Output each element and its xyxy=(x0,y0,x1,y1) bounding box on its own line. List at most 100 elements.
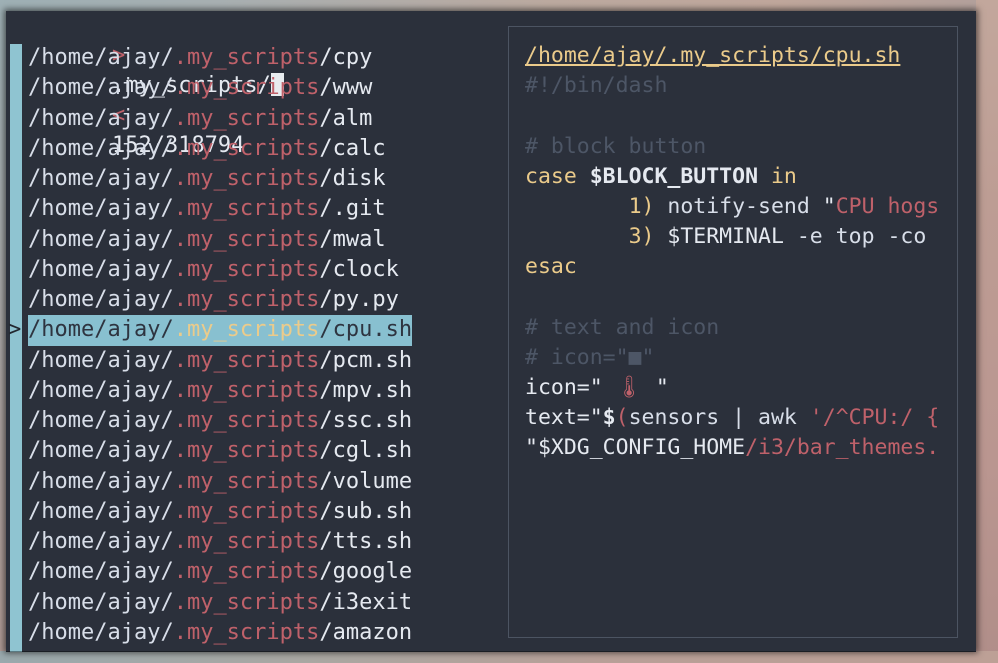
code-token-white: text=" xyxy=(525,405,603,431)
code-token-plain: notify-send xyxy=(654,193,823,219)
path-suffix: /cgl.sh xyxy=(319,438,413,464)
fzf-list-pane[interactable]: > .my_scripts/ < 152/318794 /home/ajay/.… xyxy=(6,11,506,652)
code-token-punct: ' xyxy=(809,405,823,431)
path-suffix: /i3exit xyxy=(319,589,413,615)
list-item[interactable]: >/home/ajay/.my_scripts/cpu.sh xyxy=(6,315,506,346)
preview-code-body: /home/ajay/.my_scripts/cpu.sh #!/bin/dash… xyxy=(525,41,957,464)
terminal-window[interactable]: > .my_scripts/ < 152/318794 /home/ajay/.… xyxy=(6,11,976,652)
path-match-highlight: .my_scripts xyxy=(173,166,320,191)
list-item[interactable]: /home/ajay/.my_scripts/cgl.sh xyxy=(6,436,506,466)
path-suffix: /sub.sh xyxy=(319,498,413,524)
path-match-highlight: .my_scripts xyxy=(173,135,320,161)
list-item-path: /home/ajay/.my_scripts/mwal xyxy=(28,225,386,255)
code-line: icon=" 🌡 " xyxy=(525,373,957,403)
list-item[interactable]: /home/ajay/.my_scripts/calc xyxy=(6,134,506,164)
code-line: 1) notify-send "CPU hogs xyxy=(525,192,957,222)
path-prefix: /home/ajay/ xyxy=(28,498,174,524)
path-suffix: /volume xyxy=(319,468,413,494)
path-match-highlight: .my_scripts xyxy=(173,408,320,433)
list-item-path: /home/ajay/.my_scripts/cpy xyxy=(28,43,372,73)
list-item-path: /home/ajay/.my_scripts/cpu.sh xyxy=(28,315,413,346)
list-item[interactable]: /home/ajay/.my_scripts/google xyxy=(6,557,506,587)
code-token-comment: # text and icon xyxy=(525,314,720,340)
code-token-comment: # block button xyxy=(525,133,707,159)
list-item-path: /home/ajay/.my_scripts/calc xyxy=(28,134,386,164)
path-match-highlight: .my_scripts xyxy=(173,468,320,494)
code-line: # text and icon xyxy=(525,313,957,343)
list-item[interactable]: /home/ajay/.my_scripts/todo.sh xyxy=(6,648,506,652)
path-prefix: /home/ajay/ xyxy=(28,377,174,403)
path-prefix: /home/ajay/ xyxy=(28,619,174,645)
path-prefix: /home/ajay/ xyxy=(28,347,174,373)
path-prefix: /home/ajay/ xyxy=(28,75,174,101)
code-token-var: $ xyxy=(602,405,616,431)
code-line: 3) $TERMINAL -e top -co xyxy=(525,222,957,252)
path-suffix: /tts.sh xyxy=(319,529,413,554)
path-match-highlight: .my_scripts xyxy=(173,75,320,101)
list-item[interactable]: /home/ajay/.my_scripts/.git xyxy=(6,194,506,224)
list-item[interactable]: /home/ajay/.my_scripts/sub.sh xyxy=(6,497,506,527)
path-match-highlight: .my_scripts xyxy=(173,256,320,282)
list-item[interactable]: /home/ajay/.my_scripts/mpv.sh xyxy=(6,376,506,406)
list-item[interactable]: /home/ajay/.my_scripts/www xyxy=(6,73,506,103)
path-match-highlight: .my_scripts xyxy=(173,619,320,645)
code-token-white: icon=" xyxy=(525,375,616,401)
code-line: /home/ajay/.my_scripts/cpu.sh xyxy=(525,41,957,71)
list-item-path: /home/ajay/.my_scripts/volume xyxy=(28,467,412,497)
path-match-highlight: .my_scripts xyxy=(173,196,320,222)
path-prefix: /home/ajay/ xyxy=(28,45,174,70)
selection-pointer-icon: > xyxy=(8,317,22,343)
path-prefix: /home/ajay/ xyxy=(28,105,174,131)
code-line: esac xyxy=(525,252,957,282)
list-item[interactable]: /home/ajay/.my_scripts/alm xyxy=(6,104,506,134)
window-border-right xyxy=(976,0,998,663)
list-item-path: /home/ajay/.my_scripts/amazon xyxy=(28,618,412,648)
code-token-var: $BLOCK_BUTTON xyxy=(589,163,759,189)
path-prefix: /home/ajay/ xyxy=(28,287,174,312)
path-prefix: /home/ajay/ xyxy=(28,196,174,222)
path-match-highlight: .my_scripts xyxy=(173,226,320,252)
path-match-highlight: .my_scripts xyxy=(173,498,320,524)
path-suffix: /google xyxy=(319,559,413,585)
path-prefix: /home/ajay/ xyxy=(28,559,174,585)
list-item[interactable]: /home/ajay/.my_scripts/cpy xyxy=(6,43,506,73)
path-suffix: /pcm.sh xyxy=(319,347,413,373)
path-suffix: /calc xyxy=(319,135,386,161)
list-item[interactable]: /home/ajay/.my_scripts/volume xyxy=(6,467,506,497)
path-prefix: /home/ajay/ xyxy=(28,317,174,343)
path-suffix: /ssc.sh xyxy=(319,408,413,433)
list-item[interactable]: /home/ajay/.my_scripts/clock xyxy=(6,255,506,285)
code-token-keyword: case xyxy=(525,163,590,189)
list-item-path: /home/ajay/.my_scripts/google xyxy=(28,557,412,587)
list-item-path: /home/ajay/.my_scripts/alm xyxy=(28,104,372,134)
code-token-white: " xyxy=(642,375,669,401)
list-item-path: /home/ajay/.my_scripts/i3exit xyxy=(28,588,412,618)
code-line: "$XDG_CONFIG_HOME/i3/bar_themes. xyxy=(525,433,957,463)
list-item[interactable]: /home/ajay/.my_scripts/tts.sh xyxy=(6,527,506,557)
path-match-highlight: .my_scripts xyxy=(173,347,320,373)
list-item-path: /home/ajay/.my_scripts/ssc.sh xyxy=(28,406,412,436)
path-prefix: /home/ajay/ xyxy=(28,256,174,282)
list-item[interactable]: /home/ajay/.my_scripts/i3exit xyxy=(6,588,506,618)
file-preview-pane[interactable]: /home/ajay/.my_scripts/cpu.sh #!/bin/dash… xyxy=(508,26,958,638)
code-token-keyword: esac xyxy=(525,254,577,280)
list-item-path: /home/ajay/.my_scripts/sub.sh xyxy=(28,497,412,527)
list-item[interactable]: /home/ajay/.my_scripts/ssc.sh xyxy=(6,406,506,436)
code-token-plain: -e top -co xyxy=(783,224,927,250)
list-item[interactable]: /home/ajay/.my_scripts/mwal xyxy=(6,225,506,255)
path-suffix: /clock xyxy=(319,256,399,282)
list-item[interactable]: /home/ajay/.my_scripts/disk xyxy=(6,164,506,194)
path-match-highlight: .my_scripts xyxy=(173,105,320,131)
code-token-plain: sensors | awk xyxy=(628,405,810,431)
list-item[interactable]: /home/ajay/.my_scripts/amazon xyxy=(6,618,506,648)
window-frame: > .my_scripts/ < 152/318794 /home/ajay/.… xyxy=(0,0,998,663)
code-token-number: 1) xyxy=(628,193,655,219)
fzf-result-list[interactable]: /home/ajay/.my_scripts/cpy/home/ajay/.my… xyxy=(6,43,506,652)
code-line: #!/bin/dash xyxy=(525,71,957,101)
code-token-white: $TERMINAL xyxy=(667,224,784,250)
list-item[interactable]: /home/ajay/.my_scripts/pcm.sh xyxy=(6,346,506,376)
list-item[interactable]: /home/ajay/.my_scripts/py.py xyxy=(6,285,506,315)
fzf-prompt-line[interactable]: > .my_scripts/ < 152/318794 xyxy=(6,11,284,158)
